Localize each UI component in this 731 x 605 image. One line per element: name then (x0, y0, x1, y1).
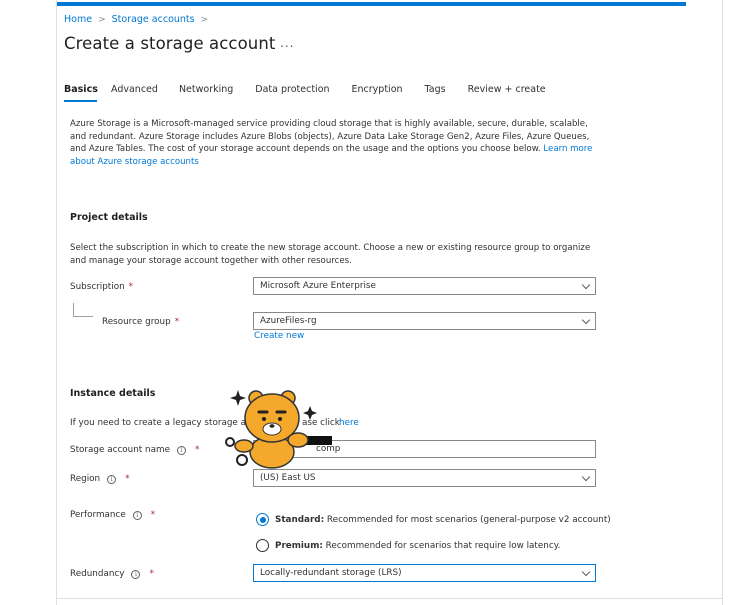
resource-group-dropdown[interactable]: AzureFiles-rg (253, 312, 596, 330)
page-frame-right (722, 0, 723, 605)
subscription-value: Microsoft Azure Enterprise (260, 281, 376, 291)
intro-text: Azure Storage is a Microsoft-managed ser… (70, 119, 590, 155)
tab-data-protection[interactable]: Data protection (255, 84, 329, 102)
chevron-down-icon (581, 472, 591, 482)
redundancy-label: Redundancy i * (70, 569, 154, 579)
subscription-label: Subscription * (70, 282, 133, 292)
breadcrumb-separator: > (98, 14, 106, 25)
breadcrumb-storage-accounts[interactable]: Storage accounts (112, 14, 195, 25)
resource-group-label: Resource group * (102, 317, 179, 327)
tree-connector (73, 316, 93, 317)
region-label: Region i * (70, 474, 130, 484)
tree-connector (73, 303, 74, 316)
performance-premium-option[interactable]: Premium: Recommended for scenarios that … (256, 539, 560, 552)
required-mark: * (149, 569, 154, 579)
performance-label-text: Performance (70, 510, 126, 520)
required-mark: * (174, 317, 180, 327)
region-value: (US) East US (260, 473, 316, 483)
tab-tags[interactable]: Tags (425, 84, 446, 102)
radio-standard[interactable] (256, 513, 269, 526)
breadcrumb-home[interactable]: Home (64, 14, 92, 25)
info-icon[interactable]: i (107, 474, 117, 484)
tab-basics[interactable]: Basics (64, 84, 98, 102)
tab-encryption[interactable]: Encryption (352, 84, 403, 102)
project-details-description: Select the subscription in which to crea… (70, 243, 591, 266)
tab-review-create[interactable]: Review + create (468, 84, 546, 102)
region-label-text: Region (70, 474, 101, 484)
portal-top-bar (57, 2, 686, 6)
redundancy-label-text: Redundancy (70, 569, 125, 579)
info-icon[interactable]: i (132, 510, 142, 520)
redundancy-dropdown[interactable]: Locally-redundant storage (LRS) (253, 564, 596, 582)
redundancy-value: Locally-redundant storage (LRS) (260, 568, 402, 578)
subscription-dropdown[interactable]: Microsoft Azure Enterprise (253, 277, 596, 295)
chevron-down-icon (581, 315, 591, 325)
resource-group-value: AzureFiles-rg (260, 316, 317, 326)
premium-description: Recommended for scenarios that require l… (322, 540, 561, 551)
breadcrumb: Home > Storage accounts > (64, 14, 208, 25)
tab-networking[interactable]: Networking (179, 84, 233, 102)
legacy-account-text: If you need to create a legacy storage a (70, 418, 247, 428)
instance-details-heading: Instance details (70, 388, 156, 399)
required-mark: * (195, 445, 200, 455)
standard-text: Standard: Recommended for most scenarios… (275, 515, 611, 525)
chevron-down-icon (581, 280, 591, 290)
radio-premium[interactable] (256, 539, 269, 552)
wizard-tabs: Basics Advanced Networking Data protecti… (64, 84, 546, 102)
required-mark: * (125, 474, 130, 484)
premium-text: Premium: Recommended for scenarios that … (275, 541, 560, 551)
performance-label: Performance i * (70, 510, 155, 520)
tab-advanced[interactable]: Advanced (111, 84, 158, 102)
breadcrumb-separator: > (200, 14, 209, 25)
storage-account-name-label-text: Storage account name (70, 445, 171, 455)
info-icon[interactable]: i (131, 569, 141, 579)
performance-standard-option[interactable]: Standard: Recommended for most scenarios… (256, 513, 611, 526)
legacy-account-link[interactable]: here (339, 418, 359, 428)
page-frame-bottom (56, 598, 723, 599)
premium-label: Premium: (275, 540, 323, 551)
required-mark: * (128, 282, 134, 292)
create-new-link[interactable]: Create new (254, 331, 304, 341)
standard-label: Standard: (275, 514, 325, 525)
info-icon[interactable]: i (177, 445, 187, 455)
resource-group-label-text: Resource group (102, 317, 171, 327)
page-title: Create a storage account (64, 34, 276, 53)
chevron-down-icon (581, 567, 591, 577)
mascot-sticker (225, 390, 317, 469)
standard-description: Recommended for most scenarios (general-… (324, 514, 611, 525)
storage-account-name-label: Storage account name i * (70, 445, 199, 455)
page-frame-left (56, 0, 57, 605)
project-details-heading: Project details (70, 212, 148, 223)
more-icon[interactable]: ... (280, 36, 294, 50)
subscription-label-text: Subscription (70, 282, 125, 292)
intro-paragraph: Azure Storage is a Microsoft-managed ser… (70, 118, 600, 168)
required-mark: * (150, 510, 156, 520)
